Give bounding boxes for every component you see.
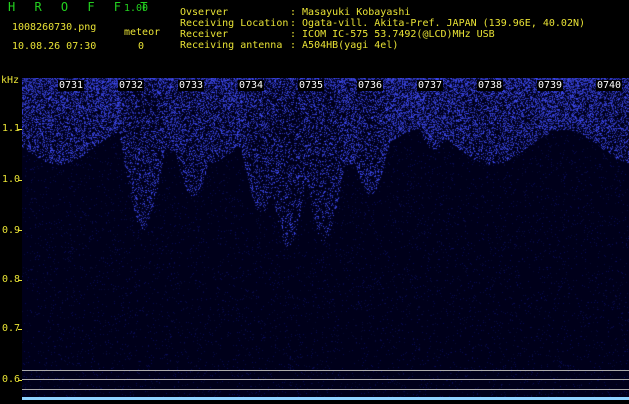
minute-label: 0738 (477, 80, 504, 91)
info-label-location: Receiving Location (180, 18, 289, 29)
header-panel: H R O F F T 1.00 1008260730.png meteor 1… (0, 0, 629, 78)
meteor-label: meteor (124, 27, 161, 38)
minute-label: 0732 (118, 80, 145, 91)
meteor-count: 0 (138, 41, 145, 52)
info-value-receiver: : ICOM IC-575 53.7492(@LCD)MHz USB (290, 29, 495, 40)
minute-label: 0734 (238, 80, 265, 91)
minute-label: 0740 (596, 80, 623, 91)
info-value-location: : Ogata-vill. Akita-Pref. JAPAN (139.96E… (290, 18, 586, 29)
spectrogram-canvas (22, 78, 629, 400)
minute-label: 0736 (357, 80, 384, 91)
spectrogram (22, 78, 629, 400)
app-version: 1.00 (124, 3, 149, 14)
minute-label: 0735 (298, 80, 325, 91)
datetime: 10.08.26 07:30 (12, 41, 97, 52)
minute-label: 0731 (58, 80, 85, 91)
axis-unit: kHz (1, 75, 20, 86)
info-value-observer: : Masayuki Kobayashi (290, 7, 411, 18)
reference-line (22, 370, 629, 371)
info-label-receiver: Receiver (180, 29, 229, 40)
info-label-antenna: Receiving antenna (180, 40, 283, 51)
minute-label: 0737 (417, 80, 444, 91)
reference-line (22, 379, 629, 380)
info-value-antenna: : A504HB(yagi 4el) (290, 40, 399, 51)
minute-label: 0739 (537, 80, 564, 91)
info-label-observer: Ovserver (180, 7, 229, 18)
minute-label: 0733 (178, 80, 205, 91)
filename: 1008260730.png (12, 22, 97, 33)
reference-line (22, 389, 629, 390)
